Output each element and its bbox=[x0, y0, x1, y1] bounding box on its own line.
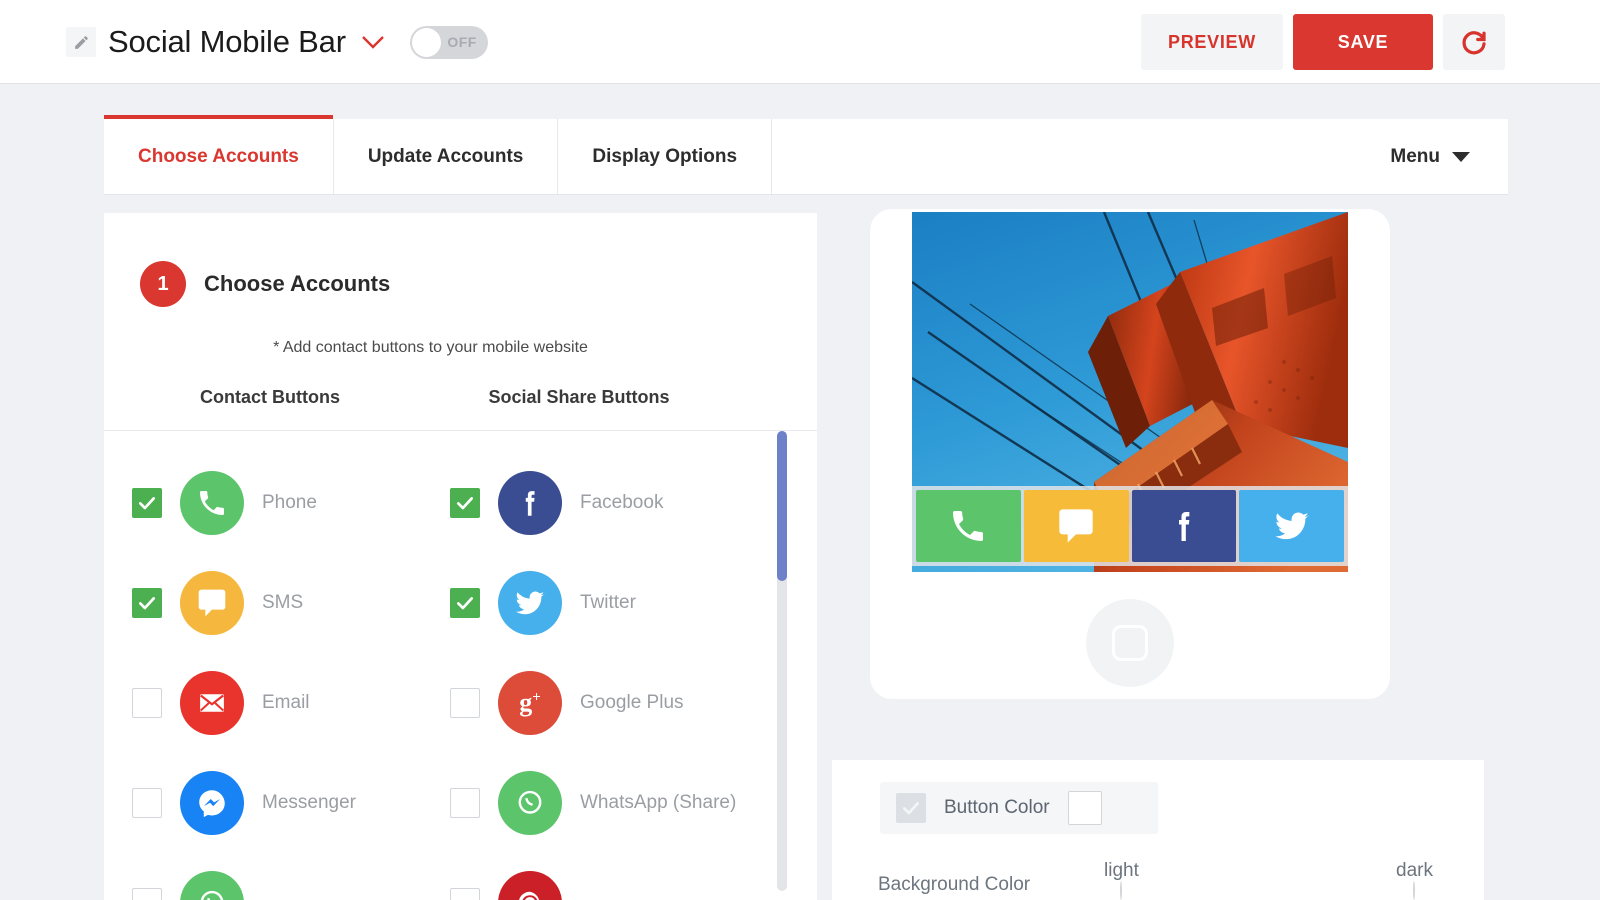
list-item[interactable]: SMS bbox=[132, 553, 434, 653]
preview-button[interactable]: PREVIEW bbox=[1141, 14, 1283, 70]
tab-bar: Choose Accounts Update Accounts Display … bbox=[104, 115, 1508, 195]
pinterest-icon bbox=[498, 871, 562, 900]
googleplus-icon: g+ bbox=[498, 671, 562, 735]
step-number-badge: 1 bbox=[140, 261, 186, 307]
scrollbar-thumb[interactable] bbox=[777, 431, 787, 581]
enable-toggle[interactable]: OFF bbox=[409, 25, 488, 59]
background-light-option[interactable]: light bbox=[1104, 860, 1139, 900]
background-light-label: light bbox=[1104, 860, 1139, 881]
choose-accounts-panel: 1 Choose Accounts * Add contact buttons … bbox=[104, 213, 817, 900]
tab-display-options[interactable]: Display Options bbox=[558, 119, 773, 194]
menu-label: Menu bbox=[1390, 145, 1440, 167]
list-item-label: WhatsApp (Share) bbox=[580, 792, 737, 813]
tab-label: Update Accounts bbox=[367, 145, 524, 167]
social-share-buttons-header: Social Share Buttons bbox=[488, 387, 670, 407]
sms-checkbox[interactable] bbox=[132, 588, 162, 618]
panel-note: * Add contact buttons to your mobile web… bbox=[273, 339, 588, 356]
step-header: 1 Choose Accounts bbox=[104, 213, 817, 307]
phone-icon bbox=[180, 471, 244, 535]
accounts-list-wrap: Phone SMS Email Messenger Facebook Twitt… bbox=[104, 431, 817, 900]
button-color-label: Button Color bbox=[944, 797, 1050, 818]
list-item-label: SMS bbox=[262, 592, 304, 613]
toggle-label: OFF bbox=[447, 34, 477, 50]
home-button-square bbox=[1112, 625, 1148, 661]
refresh-icon[interactable] bbox=[1443, 14, 1505, 70]
list-item-label: Facebook bbox=[580, 492, 664, 513]
title-group: Social Mobile Bar OFF bbox=[66, 0, 488, 84]
list-item[interactable]: Twitter bbox=[450, 553, 764, 653]
twitter-icon bbox=[498, 571, 562, 635]
list-item[interactable]: Facebook bbox=[450, 453, 764, 553]
column-headers: Contact Buttons Social Share Buttons bbox=[104, 387, 817, 431]
header-actions: PREVIEW SAVE bbox=[1141, 14, 1505, 70]
button-color-checkbox[interactable] bbox=[896, 793, 926, 823]
email-icon bbox=[180, 671, 244, 735]
phone-checkbox[interactable] bbox=[132, 488, 162, 518]
tab-list: Choose Accounts Update Accounts Display … bbox=[104, 115, 1508, 194]
menu-dropdown[interactable]: Menu bbox=[1390, 119, 1470, 194]
page-title: Social Mobile Bar bbox=[108, 24, 346, 59]
background-color-label: Background Color bbox=[878, 874, 1031, 895]
list-item-label: Messenger bbox=[262, 792, 356, 813]
list-item[interactable]: WhatsApp (Share) bbox=[450, 753, 764, 853]
preview-bar-buttons bbox=[912, 486, 1348, 566]
background-light-radio[interactable] bbox=[1120, 881, 1123, 900]
list-item[interactable] bbox=[132, 853, 434, 900]
display-settings-panel: Button Color Background Color light dark bbox=[832, 760, 1484, 900]
tab-update-accounts[interactable]: Update Accounts bbox=[334, 119, 559, 194]
button-color-row: Button Color bbox=[880, 782, 1158, 834]
whatsapp-share-checkbox[interactable] bbox=[450, 788, 480, 818]
pencil-icon[interactable] bbox=[66, 27, 96, 57]
list-item-label: Email bbox=[262, 692, 310, 713]
chevron-down-icon[interactable] bbox=[360, 33, 386, 51]
toggle-knob bbox=[411, 27, 441, 57]
googleplus-checkbox[interactable] bbox=[450, 688, 480, 718]
preview-sms-button[interactable] bbox=[1023, 490, 1129, 562]
tab-label: Display Options bbox=[592, 145, 738, 167]
contact-buttons-header: Contact Buttons bbox=[200, 387, 340, 407]
sms-icon bbox=[180, 571, 244, 635]
pinterest-checkbox[interactable] bbox=[450, 888, 480, 900]
tab-label: Choose Accounts bbox=[138, 145, 299, 167]
preview-twitter-button[interactable] bbox=[1239, 490, 1344, 562]
button-color-swatch[interactable] bbox=[1067, 791, 1102, 825]
contact-buttons-column: Phone SMS Email Messenger bbox=[104, 453, 434, 900]
tab-choose-accounts[interactable]: Choose Accounts bbox=[104, 115, 334, 194]
messenger-checkbox[interactable] bbox=[132, 788, 162, 818]
whatsapp-contact-checkbox[interactable] bbox=[132, 888, 162, 900]
social-share-buttons-column: Facebook Twitter g+ Google Plus WhatsApp… bbox=[434, 453, 764, 900]
whatsapp-icon bbox=[180, 871, 244, 900]
list-scrollbar[interactable] bbox=[777, 431, 787, 891]
list-item-label: Twitter bbox=[580, 592, 636, 613]
background-dark-option[interactable]: dark bbox=[1396, 860, 1433, 900]
facebook-icon bbox=[498, 471, 562, 535]
step-title: Choose Accounts bbox=[204, 271, 391, 296]
email-checkbox[interactable] bbox=[132, 688, 162, 718]
accounts-columns: Phone SMS Email Messenger Facebook Twitt… bbox=[104, 431, 817, 900]
messenger-icon bbox=[180, 771, 244, 835]
home-button-icon[interactable] bbox=[1086, 599, 1174, 687]
list-item[interactable]: Messenger bbox=[132, 753, 434, 853]
preview-facebook-button[interactable] bbox=[1131, 490, 1237, 562]
top-header-bar: Social Mobile Bar OFF PREVIEW SAVE bbox=[0, 0, 1600, 84]
phone-preview-card bbox=[870, 209, 1390, 699]
list-item[interactable]: Email bbox=[132, 653, 434, 753]
list-item[interactable]: g+ Google Plus bbox=[450, 653, 764, 753]
list-item[interactable]: Phone bbox=[132, 453, 434, 553]
background-dark-radio[interactable] bbox=[1413, 881, 1416, 900]
save-button[interactable]: SAVE bbox=[1293, 14, 1433, 70]
whatsapp-icon bbox=[498, 771, 562, 835]
facebook-checkbox[interactable] bbox=[450, 488, 480, 518]
list-item-label: Google Plus bbox=[580, 692, 684, 713]
background-dark-label: dark bbox=[1396, 860, 1433, 881]
list-item-label: Phone bbox=[262, 492, 317, 513]
preview-phone-button[interactable] bbox=[916, 490, 1021, 562]
twitter-checkbox[interactable] bbox=[450, 588, 480, 618]
list-item[interactable] bbox=[450, 853, 764, 900]
caret-down-icon bbox=[1452, 151, 1470, 162]
